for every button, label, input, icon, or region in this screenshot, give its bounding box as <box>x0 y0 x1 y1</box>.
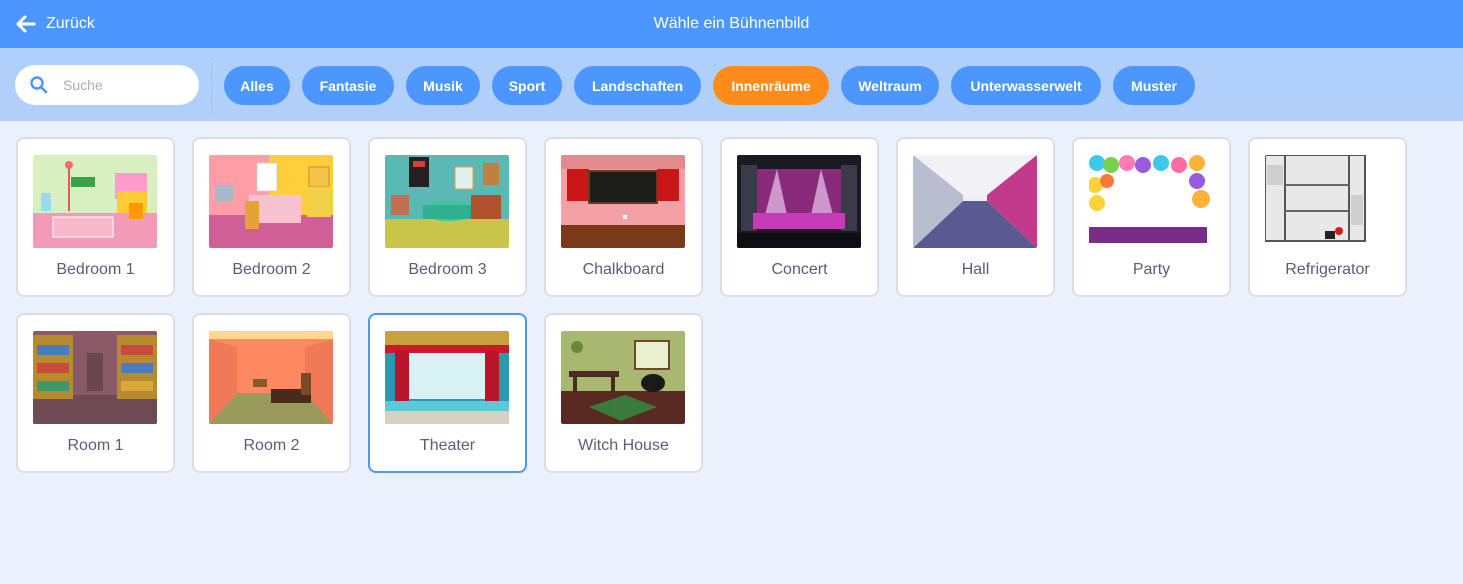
tag-fantasie[interactable]: Fantasie <box>302 66 394 105</box>
backdrop-label: Bedroom 2 <box>232 261 311 278</box>
backdrop-label: Concert <box>771 261 828 278</box>
tag-alles[interactable]: Alles <box>224 66 290 105</box>
tag-weltraum[interactable]: Weltraum <box>841 66 939 105</box>
backdrop-label: Room 2 <box>243 437 300 454</box>
backdrop-thumbnail <box>209 331 333 424</box>
backdrop-thumbnail <box>913 155 1037 248</box>
filter-divider <box>211 58 212 114</box>
backdrop-card-room-1[interactable]: Room 1 <box>16 313 175 473</box>
backdrop-card-refrigerator[interactable]: Refrigerator <box>1248 137 1407 297</box>
tag-muster[interactable]: Muster <box>1113 66 1195 105</box>
backdrop-card-bedroom-2[interactable]: Bedroom 2 <box>192 137 351 297</box>
tag-sport[interactable]: Sport <box>492 66 562 105</box>
backdrop-thumbnail <box>33 331 157 424</box>
backdrop-thumbnail <box>209 155 333 248</box>
backdrop-label: Refrigerator <box>1285 261 1370 278</box>
backdrop-card-bedroom-3[interactable]: Bedroom 3 <box>368 137 527 297</box>
backdrop-card-room-2[interactable]: Room 2 <box>192 313 351 473</box>
backdrop-thumbnail <box>385 155 509 248</box>
back-label: Zurück <box>46 15 95 32</box>
backdrop-card-bedroom-1[interactable]: Bedroom 1 <box>16 137 175 297</box>
tag-unterwasserwelt[interactable]: Unterwasserwelt <box>951 66 1101 105</box>
backdrop-thumbnail <box>561 155 685 248</box>
backdrop-card-concert[interactable]: Concert <box>720 137 879 297</box>
backdrop-label: Theater <box>419 437 476 454</box>
search-icon <box>30 76 48 94</box>
page-title: Wähle ein Bühnenbild <box>653 15 810 32</box>
search-input[interactable] <box>63 77 183 93</box>
backdrop-label: Hall <box>961 261 990 278</box>
backdrop-label: Witch House <box>578 437 669 454</box>
backdrop-card-witch-house[interactable]: Witch House <box>544 313 703 473</box>
backdrop-card-theater[interactable]: Theater <box>368 313 527 473</box>
backdrop-card-hall[interactable]: Hall <box>896 137 1055 297</box>
backdrop-thumbnail <box>737 155 861 248</box>
backdrop-thumbnail <box>1089 155 1213 248</box>
backdrop-thumbnail <box>385 331 509 424</box>
tag-innenraeume[interactable]: Innenräume <box>713 66 829 105</box>
search-box[interactable] <box>15 65 199 105</box>
backdrop-card-party[interactable]: Party <box>1072 137 1231 297</box>
backdrop-label: Party <box>1132 261 1171 278</box>
backdrop-thumbnail <box>1265 155 1389 248</box>
backdrop-label: Chalkboard <box>582 261 665 278</box>
back-button[interactable]: Zurück <box>16 0 95 48</box>
backdrop-thumbnail <box>33 155 157 248</box>
backdrop-label: Bedroom 1 <box>56 261 135 278</box>
filter-bar: Alles Fantasie Musik Sport Landschaften … <box>0 48 1463 121</box>
backdrop-label: Bedroom 3 <box>408 261 487 278</box>
backdrop-card-chalkboard[interactable]: Chalkboard <box>544 137 703 297</box>
tag-landschaften[interactable]: Landschaften <box>574 66 701 105</box>
tag-musik[interactable]: Musik <box>406 66 480 105</box>
arrow-left-icon <box>16 15 36 33</box>
header-bar: Zurück Wähle ein Bühnenbild <box>0 0 1463 48</box>
backdrop-thumbnail <box>561 331 685 424</box>
backdrop-label: Room 1 <box>67 437 124 454</box>
